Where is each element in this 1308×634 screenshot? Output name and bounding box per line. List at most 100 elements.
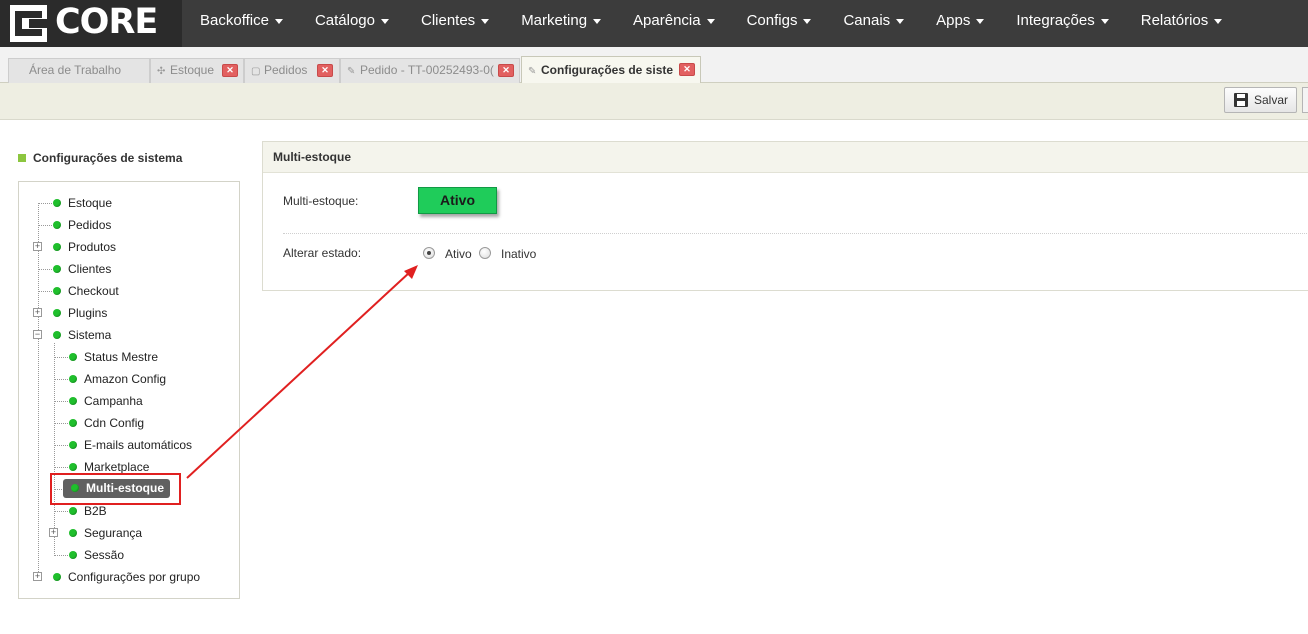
more-button[interactable] [1302,87,1308,113]
tree-item-label: Segurança [84,526,143,540]
tree-item-label: Campanha [84,394,143,408]
tree-item-status-mestre[interactable]: Status Mestre [69,348,158,366]
green-dot-icon [53,573,61,581]
menu-label: Relatórios [1140,12,1209,29]
tree-item-pedidos[interactable]: Pedidos [53,216,111,234]
status-badge: Ativo [418,187,497,214]
expand-icon[interactable]: + [33,242,42,251]
collapse-icon[interactable]: − [33,330,42,339]
core-logo[interactable]: CORE [0,0,182,47]
menu-integracoes[interactable]: Integrações [1000,0,1124,47]
menu-label: Backoffice [200,12,269,29]
radio-inativo[interactable] [479,247,491,259]
radio-ativo[interactable] [423,247,435,259]
menu-backoffice[interactable]: Backoffice [184,0,299,47]
close-tab-icon[interactable]: ✕ [222,64,238,77]
menu-label: Aparência [633,12,701,29]
radio-ativo-label[interactable]: Ativo [445,247,472,261]
tree-item-sistema[interactable]: Sistema [53,326,111,344]
menu-marketing[interactable]: Marketing [505,0,617,47]
tree-connector [38,269,52,270]
close-tab-icon[interactable]: ✕ [679,63,695,76]
tree-item-emails-automaticos[interactable]: E-mails automáticos [69,436,192,454]
menu-label: Marketing [521,12,588,29]
radio-inativo-label[interactable]: Inativo [501,247,536,261]
tree-item-clientes[interactable]: Clientes [53,260,111,278]
tree-connector [38,225,52,226]
tab-label: Configurações de siste [541,63,674,77]
multi-estoque-panel: Multi-estoque Multi-estoque: Ativo Alter… [262,141,1308,291]
tree-item-checkout[interactable]: Checkout [53,282,119,300]
tree-connector [54,357,68,358]
caret-down-icon [896,18,905,24]
menu-relatorios[interactable]: Relatórios [1125,0,1239,47]
tab-pedidos[interactable]: ▢ Pedidos ✕ [244,58,340,83]
caret-down-icon [593,18,602,24]
menu-label: Apps [936,12,971,29]
tree-connector [38,291,52,292]
tree-item-label: Clientes [68,262,112,276]
tree-connector [54,343,55,556]
green-dot-icon [69,375,77,383]
tab-label: Área de Trabalho [29,63,122,77]
green-dot-icon [53,221,61,229]
green-dot-icon [69,463,77,471]
tree-item-label: Sistema [68,328,112,342]
expand-icon[interactable]: + [33,308,42,317]
panel-title: Multi-estoque [263,142,1308,173]
close-tab-icon[interactable]: ✕ [317,64,333,77]
menu-aparencia[interactable]: Aparência [617,0,731,47]
tab-label: Pedido - TT-00252493-0( [360,63,494,77]
expand-icon[interactable]: + [33,572,42,581]
tree-item-estoque[interactable]: Estoque [53,194,112,212]
tab-label: Pedidos [264,63,308,77]
menu-label: Canais [843,12,891,29]
tree-connector [54,379,68,380]
menu-catalogo[interactable]: Catálogo [299,0,405,47]
tab-area-de-trabalho[interactable]: Área de Trabalho [8,58,150,83]
green-dot-icon [53,331,61,339]
menu-label: Configs [746,12,798,29]
tab-pedido-detail[interactable]: ✎ Pedido - TT-00252493-0( ✕ [340,58,520,83]
pencil-icon: ✎ [347,66,356,77]
tree-item-cdn-config[interactable]: Cdn Config [69,414,144,432]
tab-configuracoes-de-sistema[interactable]: ✎ Configurações de siste ✕ [521,56,701,83]
green-dot-icon [53,309,61,317]
tree-item-amazon-config[interactable]: Amazon Config [69,370,166,388]
green-dot-icon [69,529,77,537]
tree-connector [54,511,68,512]
menu-apps[interactable]: Apps [920,0,1000,47]
menu-canais[interactable]: Canais [827,0,920,47]
status-label: Multi-estoque: [283,194,359,208]
caret-down-icon [706,18,715,24]
tree-item-label: Cdn Config [84,416,145,430]
menu-clientes[interactable]: Clientes [405,0,505,47]
tree-item-sessao[interactable]: Sessão [69,546,124,564]
tab-label: Estoque [170,63,215,77]
tree-item-label: Checkout [68,284,119,298]
green-dot-icon [53,243,61,251]
caret-down-icon [803,18,812,24]
tree-item-configuracoes-por-grupo[interactable]: Configurações por grupo [53,568,200,586]
toolbar: Salvar [0,83,1308,120]
tree-connector [54,445,68,446]
tree-item-produtos[interactable]: Produtos [53,238,116,256]
tree-item-plugins[interactable]: Plugins [53,304,107,322]
menu-label: Catálogo [314,12,375,29]
save-button[interactable]: Salvar [1224,87,1297,113]
green-dot-icon [53,265,61,273]
document-icon: ▢ [251,66,261,77]
tree-connector [54,467,68,468]
tree-connector [38,203,39,578]
tab-estoque[interactable]: ✣ Estoque ✕ [150,58,244,83]
tree-item-seguranca[interactable]: Segurança [69,524,142,542]
expand-icon[interactable]: + [49,528,58,537]
tree-connector [54,555,68,556]
close-tab-icon[interactable]: ✕ [498,64,514,77]
green-dot-icon [69,441,77,449]
menu-configs[interactable]: Configs [731,0,828,47]
tree-item-campanha[interactable]: Campanha [69,392,143,410]
tree-item-label: Sessão [84,548,125,562]
tree-item-label: Status Mestre [84,350,159,364]
floppy-disk-icon [1234,93,1248,107]
